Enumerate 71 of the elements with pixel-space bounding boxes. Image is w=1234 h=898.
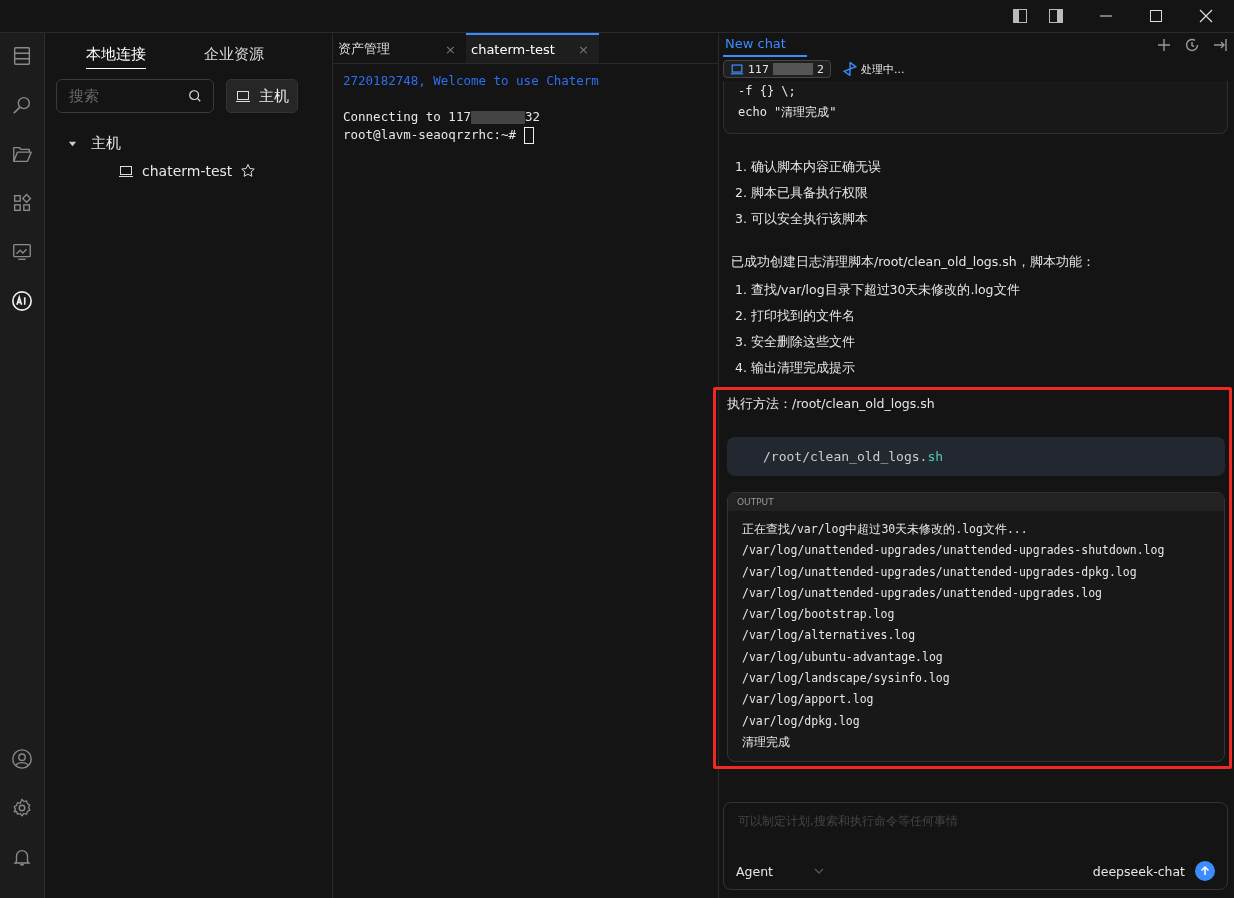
list-item: 3. 安全删除这些文件 bbox=[735, 333, 856, 351]
laptop-icon bbox=[118, 163, 134, 179]
tab-label: 资产管理 bbox=[338, 40, 390, 58]
list-item: 4. 输出清理完成提示 bbox=[735, 359, 856, 377]
hourglass-icon bbox=[843, 62, 857, 76]
plus-icon[interactable] bbox=[1156, 37, 1172, 53]
server-icon[interactable] bbox=[11, 45, 33, 67]
laptop-icon bbox=[730, 62, 744, 76]
output-line: /var/log/apport.log bbox=[742, 691, 875, 709]
editor-tab[interactable]: chaterm-test × bbox=[466, 33, 599, 63]
list-item: 1. 查找/var/log目录下超过30天未修改的.log文件 bbox=[735, 281, 1021, 299]
message-text: 已成功创建日志清理脚本/root/clean_old_logs.sh，脚本功能： bbox=[730, 254, 1096, 271]
mode-dropdown[interactable]: Agent bbox=[736, 863, 825, 879]
host-text: 117 bbox=[748, 62, 769, 76]
search-icon bbox=[188, 89, 202, 103]
output-line: /var/log/unattended-upgrades/unattended-upgrades-dpkg.log bbox=[742, 563, 1138, 581]
terminal-line: 2720182748, Welcome to use Chaterm bbox=[343, 72, 600, 90]
sidebar-tab[interactable]: 本地连接 bbox=[86, 45, 146, 69]
right-panel-icon[interactable] bbox=[1048, 8, 1064, 24]
code-line: echo "清理完成" bbox=[738, 104, 838, 121]
monitor-icon[interactable] bbox=[11, 241, 33, 263]
list-item: 3. 可以安全执行该脚本 bbox=[735, 210, 869, 228]
list-item: 2. 打印找到的文件名 bbox=[735, 307, 856, 325]
list-item: 1. 确认脚本内容正确无误 bbox=[735, 158, 882, 176]
output-label: OUTPUT bbox=[728, 493, 1224, 511]
terminal-prompt: root@lavm-seaoqrzrhc:~# bbox=[343, 126, 517, 144]
tab-label: chaterm-test bbox=[471, 41, 555, 57]
cursor-icon bbox=[524, 126, 535, 144]
redacted-block bbox=[773, 63, 813, 75]
collapse-panel-icon[interactable] bbox=[1212, 37, 1228, 53]
close-icon[interactable] bbox=[1198, 8, 1214, 24]
output-line: /var/log/unattended-upgrades/unattended-upgrades-shutdown.log bbox=[742, 542, 1166, 560]
star-icon[interactable] bbox=[240, 163, 257, 179]
laptop-icon bbox=[235, 88, 251, 104]
redacted-block bbox=[470, 110, 525, 124]
output-line: /var/log/alternatives.log bbox=[742, 627, 917, 645]
editor-tab[interactable]: 资产管理 × bbox=[333, 33, 466, 63]
left-panel-icon[interactable] bbox=[1012, 8, 1028, 24]
output-line: /var/log/bootstrap.log bbox=[742, 606, 896, 624]
output-line: /var/log/unattended-upgrades/unattended-upgrades.log bbox=[742, 584, 1104, 602]
output-line: /var/log/ubuntu-advantage.log bbox=[742, 648, 944, 666]
ai-icon[interactable] bbox=[11, 290, 33, 312]
command-block: /root/clean_old_logs.sh bbox=[727, 437, 1225, 476]
close-tab-button[interactable]: × bbox=[445, 41, 456, 57]
up-arrow-icon bbox=[1199, 865, 1211, 877]
status-text: 处理中... bbox=[861, 61, 905, 77]
search-field[interactable]: 搜索 bbox=[56, 79, 214, 113]
model-dropdown[interactable]: deepseek-chat bbox=[1092, 863, 1185, 879]
search-icon[interactable] bbox=[11, 94, 33, 116]
terminal-line: Connecting to 117 bbox=[343, 108, 471, 126]
output-line: /var/log/dpkg.log bbox=[742, 712, 861, 730]
apps-icon[interactable] bbox=[11, 192, 33, 214]
output-line: /var/log/landscape/sysinfo.log bbox=[742, 670, 951, 688]
host-button[interactable]: 主机 bbox=[226, 79, 298, 113]
send-button[interactable] bbox=[1195, 861, 1215, 881]
user-icon[interactable] bbox=[11, 748, 33, 770]
terminal-line: 32 bbox=[524, 108, 540, 126]
maximize-icon[interactable] bbox=[1148, 8, 1164, 24]
settings-icon[interactable] bbox=[11, 797, 33, 819]
output-line: 清理完成 bbox=[742, 733, 791, 751]
tree-item[interactable]: chaterm-test bbox=[142, 163, 233, 179]
history-icon[interactable] bbox=[1184, 37, 1200, 53]
close-tab-button[interactable]: × bbox=[578, 41, 589, 57]
tree-group[interactable]: 主机 bbox=[91, 133, 121, 153]
chat-tab[interactable]: New chat bbox=[723, 33, 807, 57]
message-text: 执行方法：/root/clean_old_logs.sh bbox=[727, 396, 936, 413]
host-text: 2 bbox=[817, 62, 824, 76]
sidebar-tab[interactable]: 企业资源 bbox=[204, 45, 264, 69]
list-item: 2. 脚本已具备执行权限 bbox=[735, 184, 869, 202]
code-line: -f {} \; bbox=[738, 83, 797, 100]
output-line: 正在查找/var/log中超过30天未修改的.log文件... bbox=[742, 521, 1029, 538]
